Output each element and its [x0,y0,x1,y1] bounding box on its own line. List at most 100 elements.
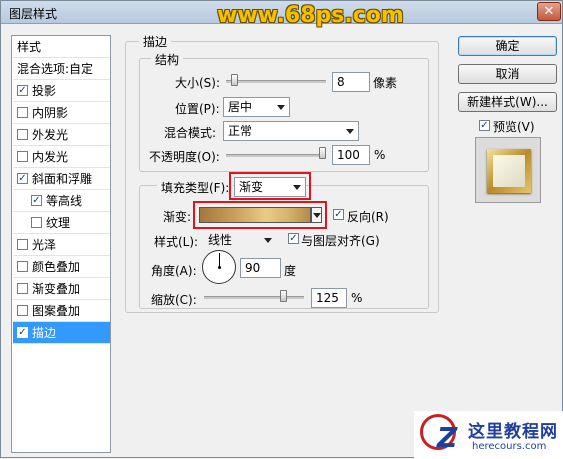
opacity-label: 不透明度(O): [149,150,220,164]
style-list-item[interactable]: ✓ 等高线 [13,190,110,212]
align-with-layer-label: 与图层对齐(G) [301,234,380,248]
check-icon: ✓ [480,120,489,131]
style-list-item-label: 内阴影 [32,106,69,120]
position-value: 居中 [228,100,253,114]
style-checkbox[interactable]: ✓ [17,85,28,96]
style-list-item-label: 光泽 [32,238,57,252]
style-list: 样式 混合选项:自定 ✓ 投影内阴影外发光内发光 ✓ 斜面和浮雕 ✓ 等高线纹理光泽颜色叠… [11,35,111,453]
scale-field[interactable]: 125 [311,288,347,308]
angle-field[interactable]: 90 [240,258,281,278]
logo-text: 这里教程网 [468,422,558,442]
style-list-item-label: 颜色叠加 [32,260,81,274]
style-list-item[interactable]: 渐变叠加 [13,278,110,300]
style-list-item[interactable]: 颜色叠加 [13,256,110,278]
fill-type-select[interactable]: 渐变 [234,177,306,197]
style-checkbox[interactable] [31,217,42,228]
style-list-header[interactable]: 样式 [13,36,110,58]
size-slider[interactable] [226,80,326,83]
size-field[interactable]: 8 [332,72,370,92]
logo-circle: Z [420,414,457,454]
blend-options-item[interactable]: 混合选项:自定 [13,58,110,80]
opacity-field[interactable]: 100 [332,145,370,165]
style-list-item[interactable]: 纹理 [13,212,110,234]
scale-label: 缩放(C): [151,293,197,307]
angle-dial[interactable] [202,250,236,284]
gradient-swatch[interactable] [199,207,311,223]
reverse-label: 反向(R) [347,210,389,224]
style-list-item-label: 内发光 [32,150,69,164]
scale-slider[interactable] [204,296,304,299]
style-checkbox[interactable] [17,107,28,118]
style-checkbox[interactable] [17,151,28,162]
style-checkbox[interactable] [17,129,28,140]
size-label: 大小(S): [175,76,221,90]
scale-slider-thumb[interactable] [280,290,287,302]
watermark-text: www.68ps.com [217,3,404,28]
chevron-down-icon [277,105,285,110]
gradient-style-label: 样式(L): [154,235,199,249]
check-icon: ✓ [32,195,41,206]
angle-label: 角度(A): [151,264,197,278]
layer-style-dialog: 图层样式 www.68ps.com ✕ 样式 混合选项:自定 ✓ 投影内阴影外发光… [0,0,563,459]
style-list-item-label: 图案叠加 [32,304,81,318]
chevron-down-icon [264,238,272,243]
style-checkbox[interactable] [17,305,28,316]
style-list-item-label: 外发光 [32,128,69,142]
preview-checkbox[interactable]: ✓ [479,120,490,131]
opacity-unit: % [374,148,386,162]
style-checkbox[interactable]: ✓ [17,173,28,184]
opacity-slider-thumb[interactable] [319,147,326,159]
style-list-item[interactable]: 光泽 [13,234,110,256]
style-list-item[interactable]: ✓ 斜面和浮雕 [13,168,110,190]
size-unit: 像素 [373,76,398,90]
gradient-style-select[interactable]: 线性 [203,230,277,250]
preview-label: 预览(V) [493,120,535,134]
style-checkbox[interactable]: ✓ [31,195,42,206]
blend-mode-label: 混合模式: [164,126,217,140]
check-icon: ✓ [334,209,343,220]
style-list-item-label: 描边 [32,326,57,340]
angle-unit: 度 [284,264,297,278]
close-icon: ✕ [543,4,555,19]
gradient-style-value: 线性 [208,233,233,247]
close-button[interactable]: ✕ [537,2,561,21]
style-checkbox[interactable] [17,283,28,294]
check-icon: ✓ [18,327,27,338]
window-title: 图层样式 [9,7,58,21]
size-slider-thumb[interactable] [231,74,238,86]
gradient-label: 渐变: [163,210,192,224]
align-with-layer-checkbox[interactable]: ✓ [288,233,299,244]
style-list-item[interactable]: ✓ 投影 [13,80,110,102]
style-list-item[interactable]: 外发光 [13,124,110,146]
structure-title: 结构 [151,51,184,68]
new-style-button[interactable]: 新建样式(W)... [458,92,557,112]
position-select[interactable]: 居中 [223,97,290,117]
reverse-checkbox[interactable]: ✓ [333,209,344,220]
blend-mode-select[interactable]: 正常 [223,121,359,141]
style-checkbox[interactable]: ✓ [17,327,28,338]
scale-unit: % [351,291,363,305]
style-list-item[interactable]: 图案叠加 [13,300,110,322]
site-logo: Z 这里教程网 herecours.com [414,411,563,459]
title-bar[interactable]: 图层样式 www.68ps.com ✕ [1,1,562,28]
preview-inner [493,155,525,187]
style-list-item-label: 斜面和浮雕 [32,172,93,186]
check-icon: ✓ [18,173,27,184]
fill-type-value: 渐变 [239,180,264,194]
logo-subtext: herecours.com [472,441,547,452]
style-checkbox[interactable] [17,261,28,272]
opacity-slider[interactable] [226,154,326,157]
style-list-item[interactable]: ✓ 描边 [13,322,110,344]
check-icon: ✓ [289,233,298,244]
style-list-item[interactable]: 内阴影 [13,102,110,124]
style-list-item[interactable]: 内发光 [13,146,110,168]
style-checkbox[interactable] [17,239,28,250]
gradient-dropdown[interactable] [311,207,322,223]
style-list-item-label: 纹理 [46,216,71,230]
check-icon: ✓ [18,85,27,96]
cancel-button[interactable]: 取消 [458,64,557,84]
chevron-down-icon [313,213,321,218]
fill-type-label: 填充类型(F): [157,179,234,196]
ok-button[interactable]: 确定 [458,36,557,56]
style-preview [475,137,541,203]
